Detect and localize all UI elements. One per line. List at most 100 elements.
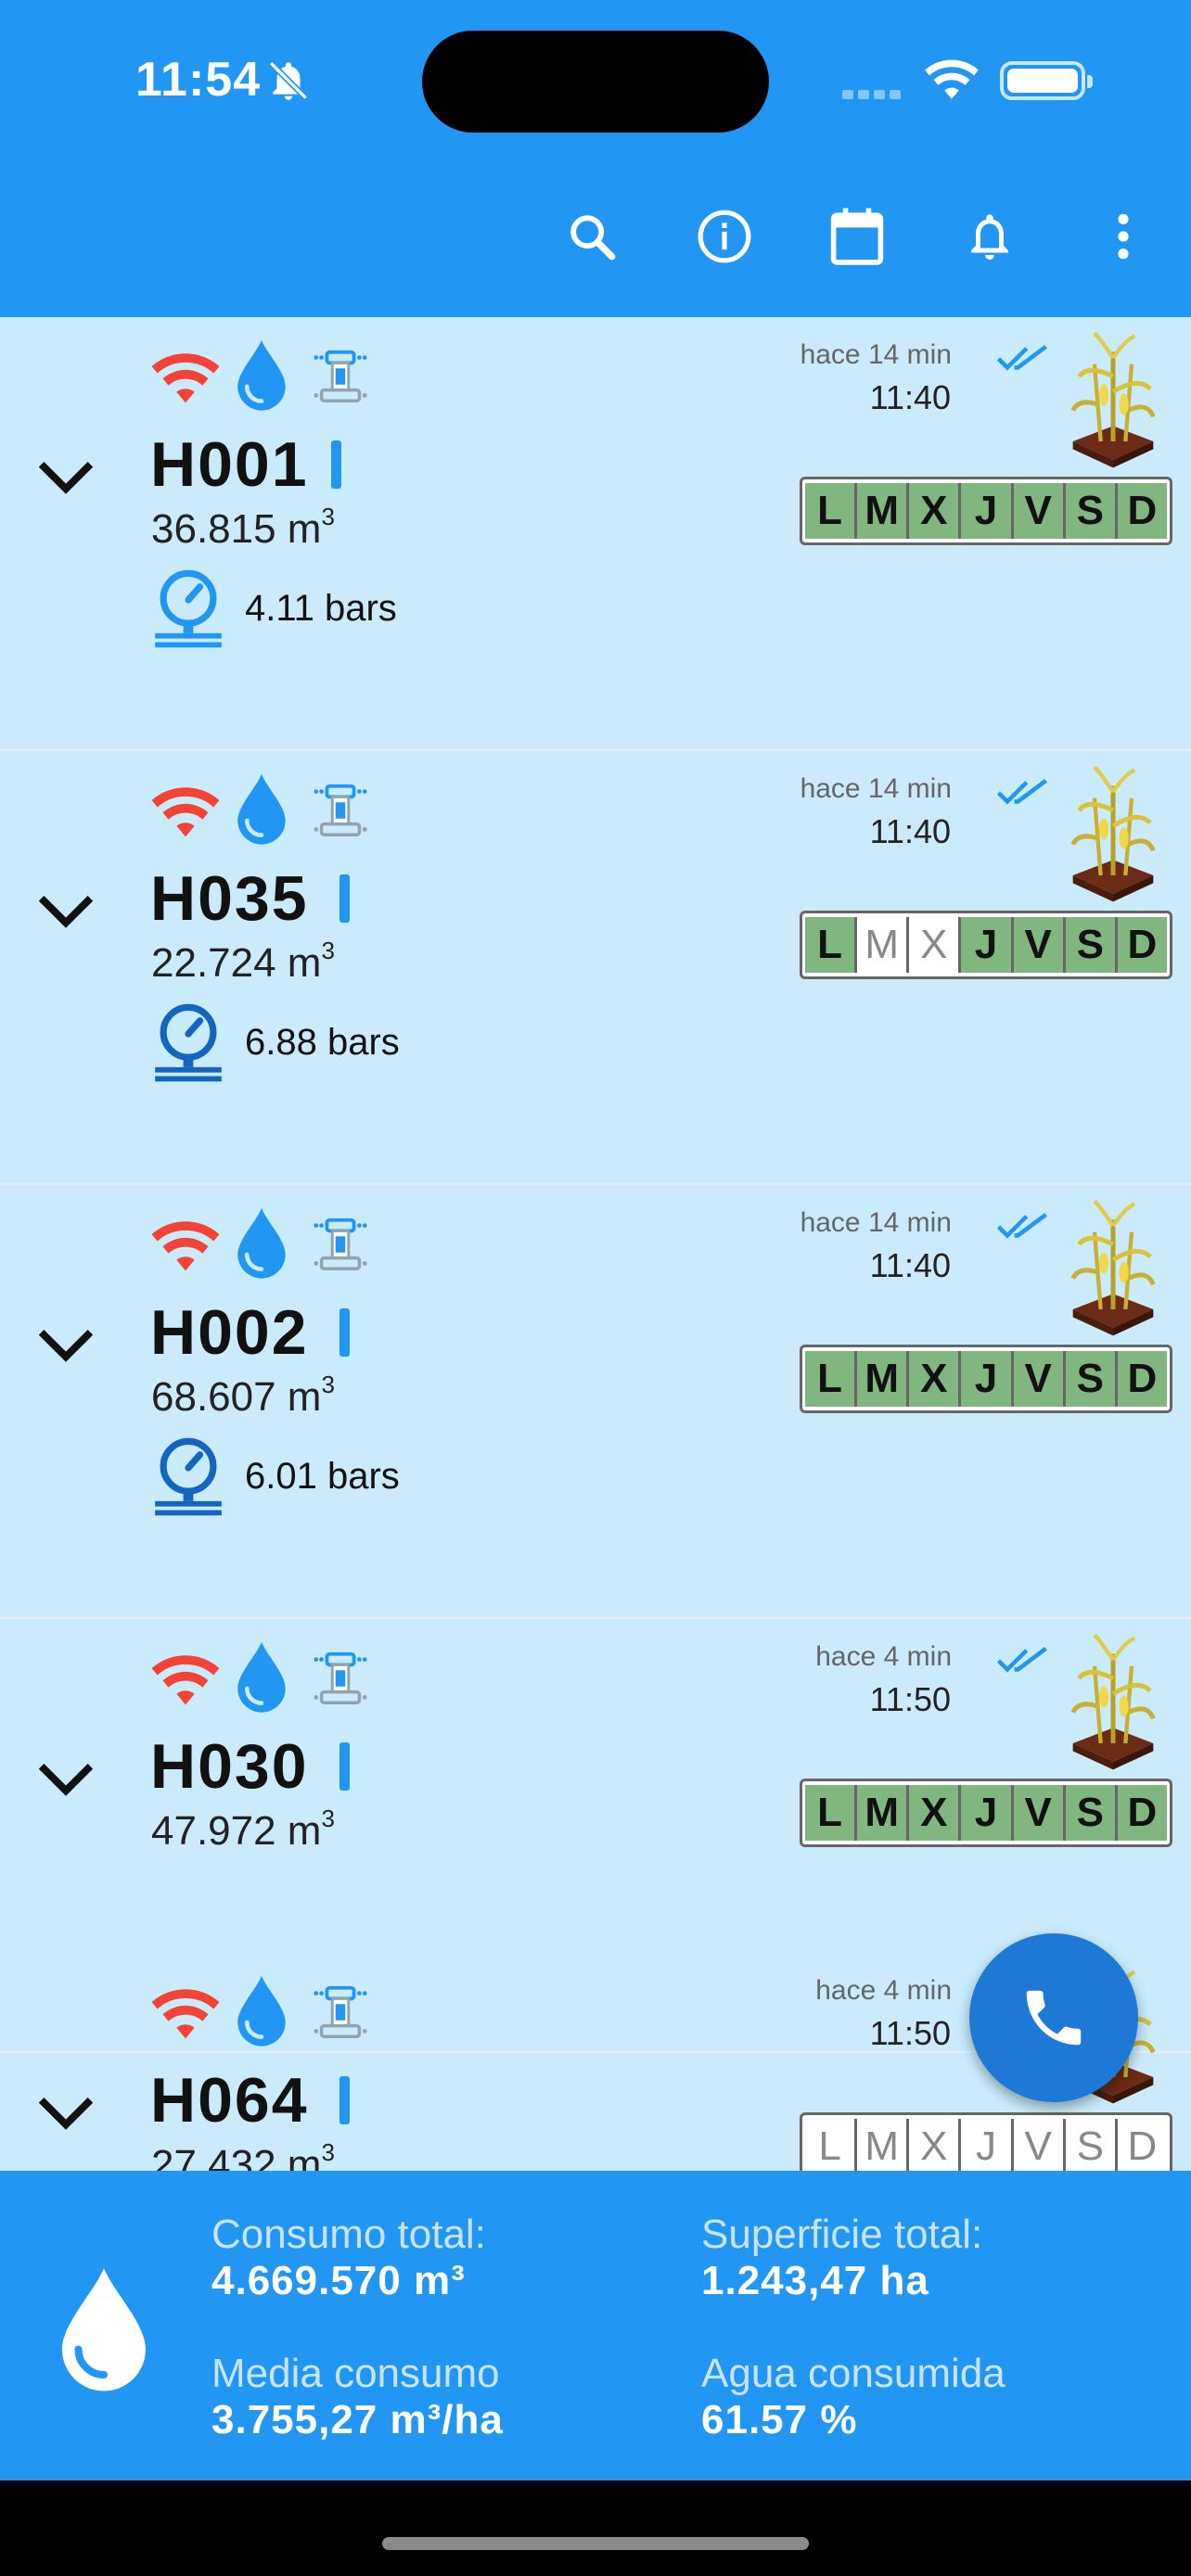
- hydrant-name: H030: [150, 1731, 309, 1802]
- day-j: J: [961, 483, 1014, 539]
- bell-off-icon: [268, 60, 309, 101]
- last-update-time: 11:50: [869, 2014, 951, 2052]
- hydrant-volume: 22.724 m3: [151, 937, 335, 986]
- superficie-total-value: 1.243,47 ha: [701, 2258, 929, 2303]
- info-icon[interactable]: [694, 206, 755, 267]
- hydrant-list: H001 36.815 m3 4.11 bars hace 14 min 11:…: [0, 317, 1191, 2171]
- corn-crop-icon: [1070, 1199, 1156, 1336]
- search-icon[interactable]: [561, 206, 622, 267]
- day-x: X: [909, 2119, 962, 2171]
- valve-icon: [314, 784, 367, 836]
- chevron-down-icon[interactable]: [35, 1758, 96, 1799]
- wifi-signal-icon: [151, 1655, 220, 1705]
- chevron-down-icon[interactable]: [35, 2092, 96, 2133]
- status-bar-indicator: [339, 1308, 350, 1357]
- valve-icon: [314, 1985, 367, 2038]
- call-button[interactable]: [969, 1933, 1138, 2102]
- wifi-signal-icon: [151, 353, 220, 403]
- hydrant-name: H035: [150, 863, 309, 934]
- day-l: L: [805, 1785, 858, 1841]
- day-l: L: [805, 917, 858, 973]
- phone-icon: [1026, 1990, 1082, 2046]
- notifications-icon[interactable]: [959, 206, 1020, 267]
- double-check-icon: [996, 778, 1047, 805]
- wifi-status-icon: [925, 59, 979, 99]
- valve-icon: [314, 1651, 367, 1704]
- hydrant-name: H064: [150, 2065, 309, 2136]
- cellular-signal-icon: [842, 87, 907, 99]
- calendar-icon[interactable]: [826, 206, 888, 267]
- chevron-down-icon[interactable]: [35, 890, 96, 931]
- day-d: D: [1117, 2119, 1167, 2171]
- last-update-ago: hace 14 min: [800, 339, 952, 370]
- weekday-schedule[interactable]: LMXJVSD: [800, 2112, 1172, 2171]
- app-bar: 11:54: [0, 0, 1191, 317]
- water-drop-icon: [237, 339, 286, 411]
- consumo-total-label: Consumo total:: [211, 2212, 486, 2257]
- chevron-down-icon[interactable]: [35, 456, 96, 497]
- last-update-time: 11:50: [869, 1680, 951, 1718]
- day-s: S: [1065, 1785, 1118, 1841]
- water-drop-icon: [237, 1641, 286, 1713]
- corn-crop-icon: [1070, 1633, 1156, 1770]
- status-bar-indicator: [339, 2076, 350, 2124]
- agua-consumida-label: Agua consumida: [701, 2351, 1005, 2396]
- more-vert-icon[interactable]: [1093, 206, 1154, 267]
- superficie-total-label: Superficie total:: [701, 2212, 983, 2257]
- day-j: J: [961, 1785, 1014, 1841]
- chevron-down-icon[interactable]: [35, 1324, 96, 1365]
- day-m: M: [857, 483, 910, 539]
- pressure-gauge-icon: [155, 1437, 222, 1516]
- day-x: X: [909, 1785, 962, 1841]
- last-update-ago: hace 4 min: [815, 1641, 952, 1672]
- status-bar-indicator: [339, 1742, 350, 1791]
- status-time: 11:54: [135, 53, 262, 107]
- weekday-schedule[interactable]: LMXJVSD: [800, 1345, 1172, 1413]
- status-bar-indicator: [331, 440, 341, 489]
- day-v: V: [1013, 1351, 1066, 1407]
- day-m: M: [857, 2119, 910, 2171]
- hydrant-pressure: 6.88 bars: [245, 1022, 400, 1063]
- agua-consumida-value: 61.57 %: [701, 2397, 858, 2442]
- weekday-schedule[interactable]: LMXJVSD: [800, 911, 1172, 979]
- double-check-icon: [996, 1646, 1047, 1673]
- day-j: J: [961, 2119, 1014, 2171]
- day-l: L: [805, 1351, 858, 1407]
- media-consumo-label: Media consumo: [211, 2351, 500, 2396]
- wifi-signal-icon: [151, 1989, 220, 2039]
- day-l: L: [805, 2119, 858, 2171]
- day-s: S: [1065, 917, 1118, 973]
- day-d: D: [1117, 917, 1167, 973]
- last-update-time: 11:40: [869, 812, 951, 850]
- pressure-gauge-icon: [155, 569, 222, 648]
- day-j: J: [961, 917, 1014, 973]
- hydrant-item[interactable]: H001 36.815 m3 4.11 bars hace 14 min 11:…: [0, 317, 1191, 751]
- last-update-time: 11:40: [869, 1246, 951, 1284]
- status-bar-indicator: [339, 874, 350, 923]
- hydrant-pressure: 6.01 bars: [245, 1456, 400, 1497]
- last-update-ago: hace 14 min: [800, 1207, 952, 1238]
- weekday-schedule[interactable]: LMXJVSD: [800, 477, 1172, 545]
- hydrant-name: H001: [150, 429, 309, 500]
- day-d: D: [1117, 1351, 1167, 1407]
- consumo-total-value: 4.669.570 m³: [211, 2258, 466, 2303]
- last-update-ago: hace 14 min: [800, 773, 952, 804]
- battery-icon: [1000, 61, 1093, 100]
- corn-crop-icon: [1070, 331, 1156, 468]
- home-indicator-area: [0, 2480, 1191, 2576]
- dynamic-island: [422, 31, 769, 133]
- double-check-icon: [996, 1212, 1047, 1239]
- day-d: D: [1117, 483, 1167, 539]
- hydrant-item[interactable]: H002 68.607 m3 6.01 bars hace 14 min 11:…: [0, 1185, 1191, 1619]
- hydrant-item[interactable]: H035 22.724 m3 6.88 bars hace 14 min 11:…: [0, 751, 1191, 1185]
- last-update-ago: hace 4 min: [815, 1975, 952, 2006]
- hydrant-volume: 47.972 m3: [151, 1804, 335, 1854]
- day-v: V: [1013, 483, 1066, 539]
- weekday-schedule[interactable]: LMXJVSD: [800, 1779, 1172, 1847]
- day-l: L: [805, 483, 858, 539]
- day-s: S: [1065, 2119, 1118, 2171]
- summary-panel: Consumo total: 4.669.570 m³ Superficie t…: [0, 2171, 1191, 2480]
- home-indicator[interactable]: [382, 2537, 809, 2550]
- day-x: X: [909, 1351, 962, 1407]
- day-x: X: [909, 483, 962, 539]
